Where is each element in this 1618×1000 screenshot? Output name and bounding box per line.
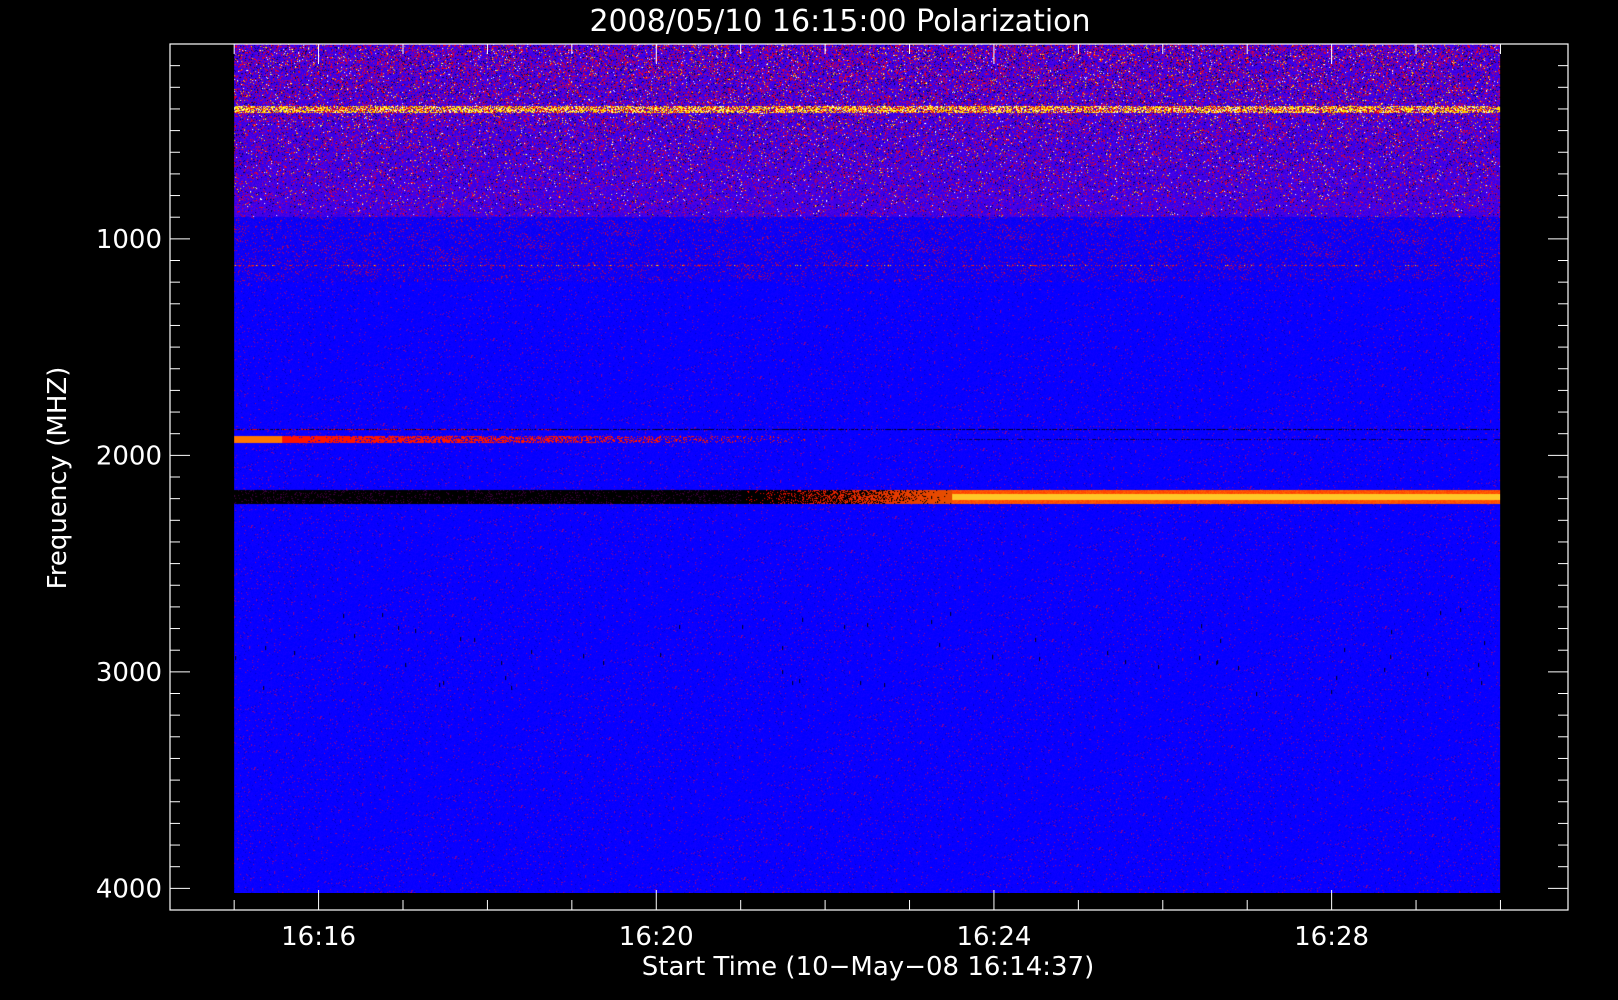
x-axis-label: Start Time (10−May−08 16:14:37) <box>642 952 1095 982</box>
x-tick-label: 16:24 <box>956 922 1031 952</box>
x-tick-label: 16:28 <box>1294 922 1369 952</box>
spectrogram-image <box>234 44 1501 893</box>
heatmap-area <box>234 44 1501 893</box>
y-tick-label: 2000 <box>96 441 162 471</box>
y-tick-label: 1000 <box>96 225 162 255</box>
x-tick-label: 16:16 <box>281 922 356 952</box>
y-tick-label: 4000 <box>96 874 162 904</box>
spectrogram-chart: 2008/05/10 16:15:00 Polarization 1000 200… <box>0 0 1618 1000</box>
chart-title: 2008/05/10 16:15:00 Polarization <box>589 4 1090 39</box>
x-tick-label: 16:20 <box>619 922 694 952</box>
y-axis-label: Frequency (MHZ) <box>43 367 73 590</box>
y-tick-label: 3000 <box>96 658 162 688</box>
